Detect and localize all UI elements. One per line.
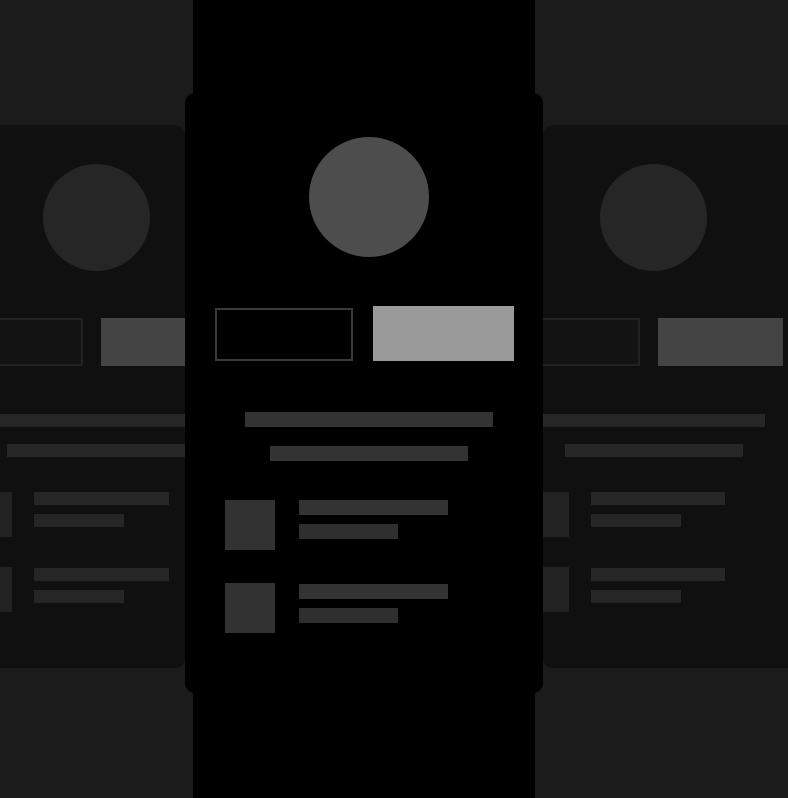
carousel-stage <box>0 0 788 798</box>
list-item-title <box>591 492 725 505</box>
avatar <box>309 137 429 257</box>
list-item-thumbnail <box>0 492 12 537</box>
primary-button[interactable] <box>101 318 191 366</box>
list-item-thumbnail <box>0 567 12 612</box>
subheading-skeleton <box>7 444 190 457</box>
profile-card-right[interactable] <box>533 125 788 668</box>
list-item-subtitle <box>34 590 124 603</box>
list-item-subtitle <box>591 590 681 603</box>
subheading-skeleton <box>565 444 743 457</box>
list-item-title <box>299 584 448 599</box>
profile-card-center[interactable] <box>185 93 543 693</box>
avatar <box>600 164 707 271</box>
list-item-thumbnail <box>225 583 275 633</box>
list-item-subtitle <box>299 524 398 539</box>
heading-skeleton <box>245 412 493 427</box>
list-item-title <box>34 568 169 581</box>
list-item-title <box>591 568 725 581</box>
list-item-subtitle <box>591 514 681 527</box>
primary-button[interactable] <box>658 318 783 366</box>
avatar <box>43 164 150 271</box>
list-item-subtitle <box>34 514 124 527</box>
list-item-subtitle <box>299 608 398 623</box>
profile-card-left[interactable] <box>0 125 191 668</box>
heading-skeleton <box>0 414 190 427</box>
list-item-thumbnail <box>225 500 275 550</box>
secondary-button[interactable] <box>0 318 83 366</box>
list-item-title <box>34 492 169 505</box>
heading-skeleton <box>543 414 765 427</box>
secondary-button[interactable] <box>215 308 353 361</box>
list-item-title <box>299 500 448 515</box>
subheading-skeleton <box>270 446 468 461</box>
secondary-button[interactable] <box>533 318 640 366</box>
primary-button[interactable] <box>373 306 514 361</box>
